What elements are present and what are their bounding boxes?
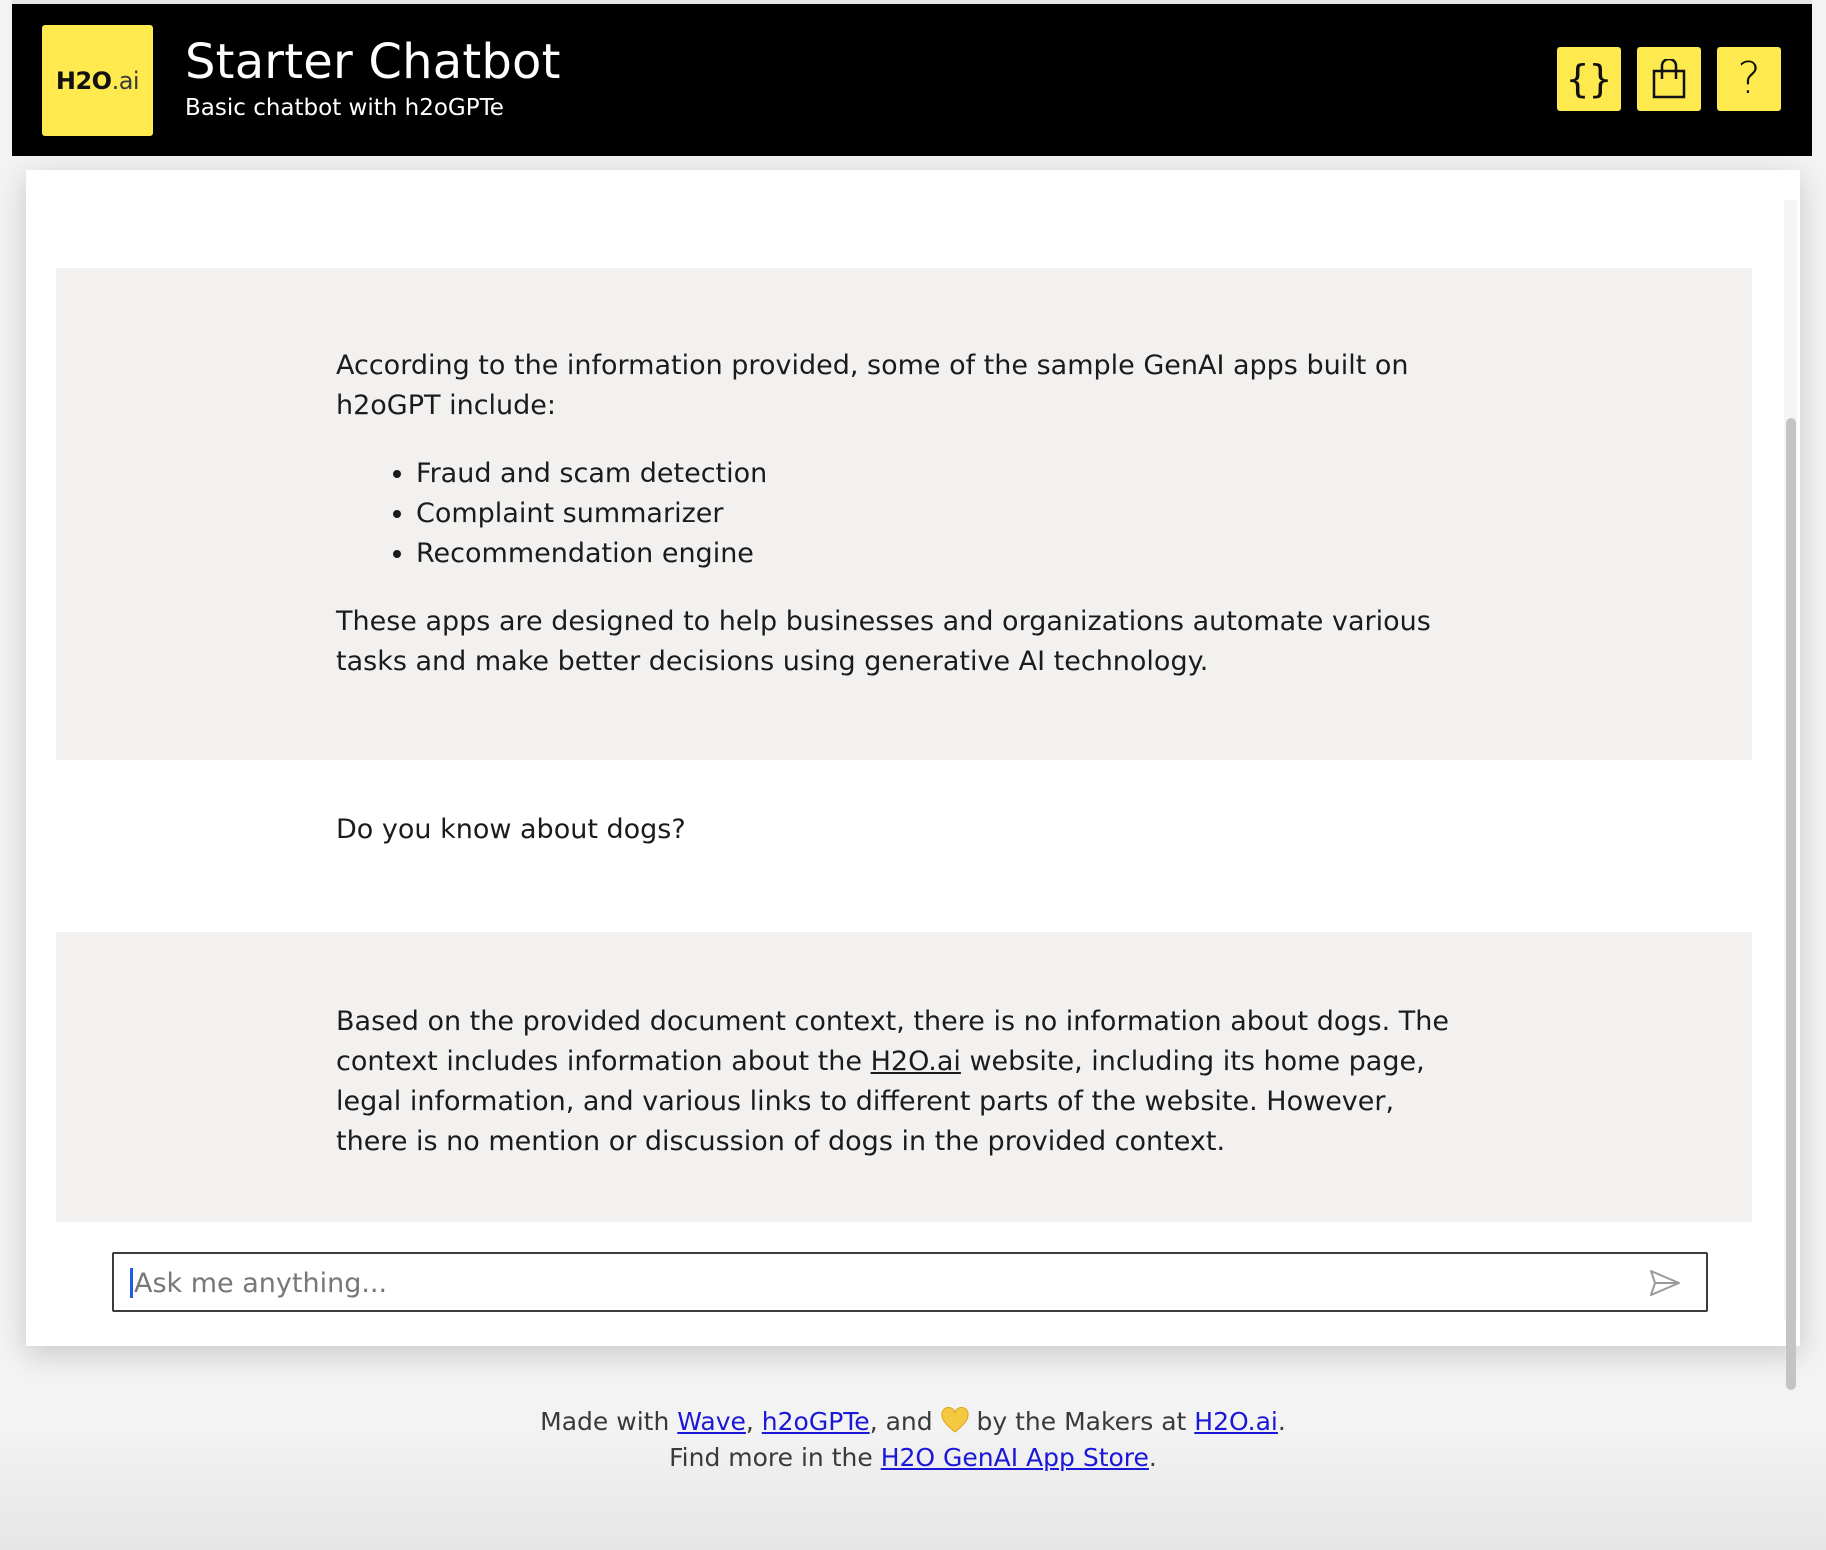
h2oai-link[interactable]: H2O.ai <box>1194 1407 1278 1436</box>
scrollbar-thumb[interactable] <box>1786 418 1796 1390</box>
footer-text: , and <box>869 1407 941 1436</box>
bot-message-text: Based on the provided document context, … <box>336 1002 1472 1162</box>
code-button[interactable]: {} <box>1557 47 1621 111</box>
footer-line-1: Made with Wave, h2oGPTe, and by the Make… <box>0 1404 1826 1440</box>
user-message: Do you know about dogs? <box>56 760 1752 932</box>
chat-messages: According to the information provided, s… <box>56 268 1752 1222</box>
chat-input[interactable] <box>132 1258 1616 1308</box>
list-item: Fraud and scam detection <box>416 454 1472 494</box>
list-item: Recommendation engine <box>416 534 1472 574</box>
bot-message: Based on the provided document context, … <box>56 932 1752 1222</box>
chat-card: According to the information provided, s… <box>26 170 1800 1390</box>
title-block: Starter Chatbot Basic chatbot with h2oGP… <box>185 34 561 122</box>
message-list: Fraud and scam detection Complaint summa… <box>336 454 1472 574</box>
footer-text: Find more in the <box>669 1443 881 1472</box>
app-title: Starter Chatbot <box>185 34 561 90</box>
footer-text: Made with <box>540 1407 678 1436</box>
help-icon: ? <box>1737 53 1761 104</box>
yellow-heart-icon <box>941 1407 969 1433</box>
user-message-text: Do you know about dogs? <box>336 814 686 845</box>
h2o-logo[interactable]: H2O .ai <box>42 25 153 136</box>
wave-link[interactable]: Wave <box>677 1407 746 1436</box>
footer-text: . <box>1277 1407 1286 1436</box>
h2oai-inline-link[interactable]: H2O.ai <box>871 1046 961 1077</box>
help-button[interactable]: ? <box>1717 47 1781 111</box>
shopping-bag-icon <box>1652 59 1686 99</box>
message-outro: These apps are designed to help business… <box>336 606 1431 677</box>
app-subtitle: Basic chatbot with h2oGPTe <box>185 95 504 121</box>
send-icon <box>1650 1270 1680 1296</box>
footer-text: , <box>745 1407 754 1436</box>
footer: Made with Wave, h2oGPTe, and by the Make… <box>0 1404 1826 1476</box>
logo-suffix-text: .ai <box>111 66 140 95</box>
logo-main-text: H2O <box>55 66 112 95</box>
message-intro: According to the information provided, s… <box>336 350 1409 421</box>
bot-message: According to the information provided, s… <box>56 268 1752 760</box>
app-header: H2O .ai Starter Chatbot Basic chatbot wit… <box>12 4 1812 156</box>
h2ogpte-link[interactable]: h2oGPTe <box>762 1407 870 1436</box>
app-store-button[interactable] <box>1637 47 1701 111</box>
list-item: Complaint summarizer <box>416 494 1472 534</box>
footer-line-2: Find more in the H2O GenAI App Store. <box>0 1440 1826 1476</box>
footer-text: . <box>1148 1443 1157 1472</box>
chat-input-box[interactable] <box>112 1252 1708 1312</box>
footer-text: by the Makers at <box>968 1407 1195 1436</box>
app-store-link[interactable]: H2O GenAI App Store <box>881 1443 1149 1472</box>
header-actions: {} ? <box>1557 47 1781 111</box>
send-button[interactable] <box>1648 1268 1682 1298</box>
braces-icon: {} <box>1566 57 1612 101</box>
